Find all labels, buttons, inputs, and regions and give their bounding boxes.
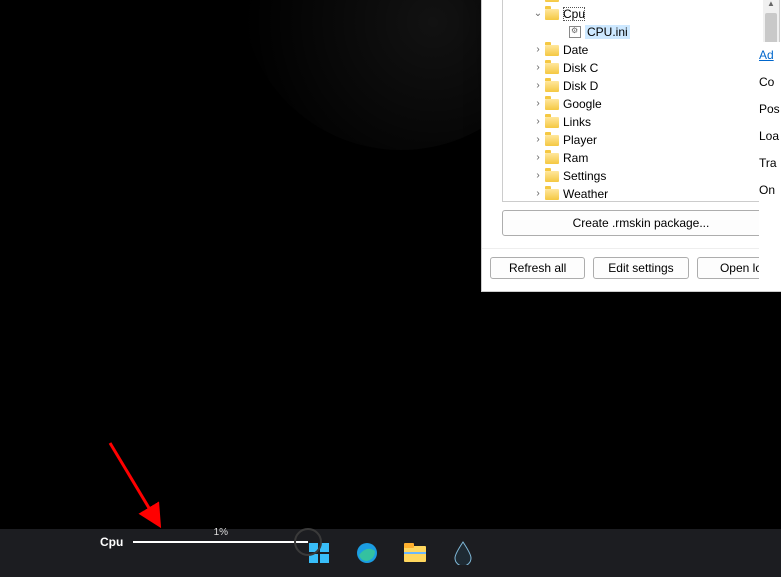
folder-icon — [545, 81, 559, 92]
expand-icon[interactable]: › — [531, 151, 545, 165]
folder-icon — [545, 99, 559, 110]
tree-item[interactable]: CPU.ini — [507, 23, 759, 41]
tree-item-label: Google — [563, 97, 602, 111]
tree-item-label: Settings — [563, 169, 606, 183]
tree-item[interactable]: › Disk D — [507, 77, 759, 95]
edge-browser-icon[interactable] — [347, 533, 387, 573]
cpu-bar — [133, 541, 308, 543]
folder-icon — [545, 63, 559, 74]
folder-icon — [545, 171, 559, 182]
tree-item-label: CPU.ini — [585, 25, 630, 39]
prop-coordinates-label: Co — [759, 75, 781, 89]
tree-item[interactable]: › Ram — [507, 149, 759, 167]
bottom-button-row: Refresh all Edit settings Open log — [482, 248, 781, 291]
edit-settings-button[interactable]: Edit settings — [593, 257, 688, 279]
expand-icon[interactable]: › — [531, 115, 545, 129]
skin-tree[interactable]: Clock ⌄ CpuCPU.ini › Date › Disk C › Disk D › Goog… — [503, 0, 763, 201]
expand-icon[interactable]: › — [531, 133, 545, 147]
prop-on-label: On — [759, 183, 781, 197]
prop-load-label: Loa — [759, 129, 781, 143]
tree-item-label: Date — [563, 43, 588, 57]
tree-item-label: Weather — [563, 187, 608, 201]
folder-icon — [545, 45, 559, 56]
folder-icon — [545, 0, 559, 2]
rainmeter-manage-dialog: Clock ⌄ CpuCPU.ini › Date › Disk C › Disk D › Goog… — [481, 0, 781, 292]
folder-icon — [545, 117, 559, 128]
prop-transparency-label: Tra — [759, 156, 781, 170]
tree-item[interactable]: › Settings — [507, 167, 759, 185]
file-explorer-icon[interactable] — [395, 533, 435, 573]
tree-item-label: Clock — [563, 0, 593, 3]
tree-item-label: Ram — [563, 151, 588, 165]
cpu-bar-wrap: 1% — [133, 541, 308, 543]
tree-item[interactable]: ⌄ Cpu — [507, 5, 759, 23]
expand-icon[interactable]: › — [531, 169, 545, 183]
folder-icon — [545, 153, 559, 164]
cpu-widget[interactable]: Cpu 1% — [100, 528, 322, 556]
tree-item-label: Disk C — [563, 61, 598, 75]
folder-icon — [545, 9, 559, 20]
prop-position-label: Pos — [759, 102, 781, 116]
expand-icon[interactable]: › — [531, 97, 545, 111]
tree-item[interactable]: › Links — [507, 113, 759, 131]
refresh-all-button[interactable]: Refresh all — [490, 257, 585, 279]
tree-item[interactable]: › Weather — [507, 185, 759, 202]
folder-icon — [545, 189, 559, 200]
add-link[interactable]: Ad — [759, 48, 781, 62]
collapse-icon[interactable]: ⌄ — [531, 7, 545, 21]
folder-icon — [545, 135, 559, 146]
tree-item-label: Disk D — [563, 79, 598, 93]
ini-file-icon — [569, 26, 581, 38]
tree-item-label: Cpu — [563, 7, 585, 21]
expand-placeholder — [531, 0, 545, 3]
expand-icon[interactable]: › — [531, 79, 545, 93]
rainmeter-icon[interactable] — [443, 533, 483, 573]
expand-icon[interactable]: › — [531, 43, 545, 57]
cpu-ring-gauge — [294, 528, 322, 556]
skin-tree-pane: Clock ⌄ CpuCPU.ini › Date › Disk C › Disk D › Goog… — [502, 0, 780, 202]
tree-item[interactable]: › Player — [507, 131, 759, 149]
cpu-percent-text: 1% — [133, 527, 308, 538]
create-rmskin-button[interactable]: Create .rmskin package... — [502, 210, 780, 236]
tree-item[interactable]: › Date — [507, 41, 759, 59]
expand-icon[interactable]: › — [531, 187, 545, 201]
tree-item[interactable]: › Google — [507, 95, 759, 113]
annotation-arrow — [100, 438, 180, 538]
tree-item-label: Player — [563, 133, 597, 147]
expand-placeholder — [555, 25, 569, 39]
tree-item[interactable]: › Disk C — [507, 59, 759, 77]
cpu-widget-label: Cpu — [100, 535, 123, 549]
tree-item-label: Links — [563, 115, 591, 129]
right-properties-panel: Ad Co Pos Loa Tra On — [759, 42, 781, 288]
scroll-up-button[interactable]: ▲ — [763, 0, 779, 11]
expand-icon[interactable]: › — [531, 61, 545, 75]
